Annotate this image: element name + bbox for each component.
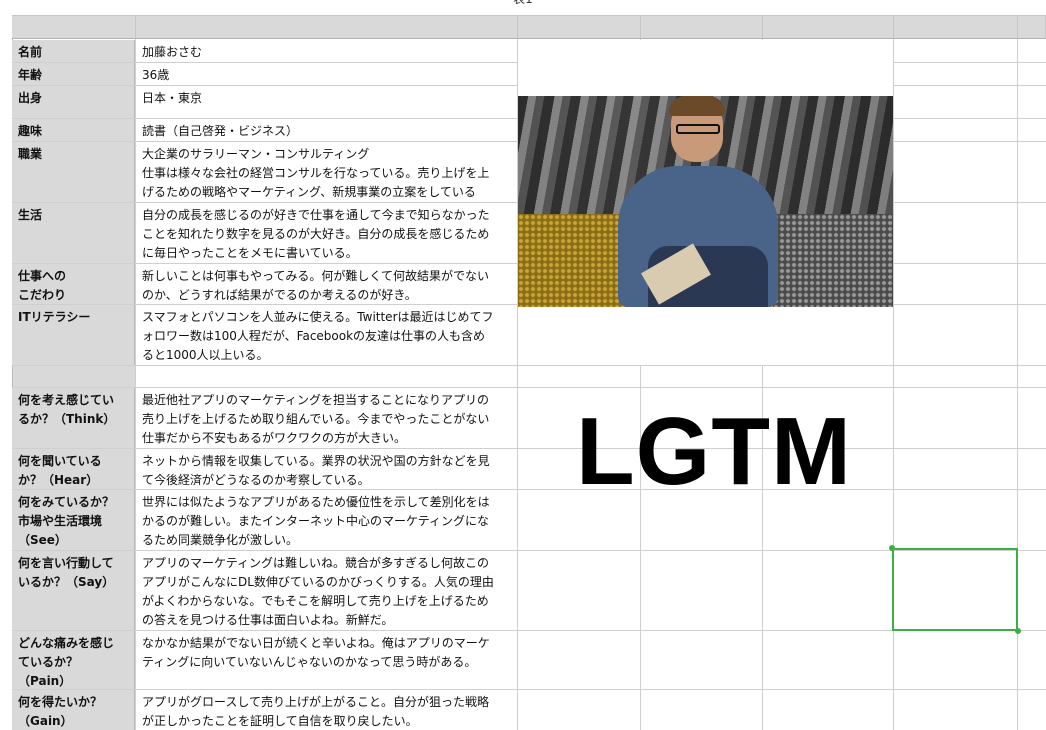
lgtm-stamp[interactable]: LGTM xyxy=(576,397,852,507)
row-value-occupation[interactable]: 大企業のサラリーマン・コンサルティング 仕事は様々な会社の経営コンサルを行なって… xyxy=(136,142,517,202)
row-value-origin[interactable]: 日本・東京 xyxy=(136,86,517,118)
photo-glasses xyxy=(676,124,720,134)
row-value-pain[interactable]: なかなか結果がでない日が続くと辛いよね。俺はアプリのマーケ ティングに向いていな… xyxy=(136,631,517,689)
selection-handle-bottom-right[interactable] xyxy=(1015,628,1021,634)
row-value-hobby[interactable]: 読書（自己啓発・ビジネス） xyxy=(136,119,517,141)
row-label-pain: どんな痛みを感じ ているか？ （Pain） xyxy=(12,631,135,689)
row-value-hear[interactable]: ネットから情報を収集している。業界の状況や国の方針などを見 て今後経済がどうなる… xyxy=(136,449,517,489)
selection-handle-top-left[interactable] xyxy=(889,545,895,551)
sheet-title: 表1 xyxy=(0,0,1046,6)
row-value-age[interactable]: 36歳 xyxy=(136,63,517,85)
persona-photo[interactable] xyxy=(518,96,893,307)
row-label-hobby: 趣味 xyxy=(12,119,135,141)
row-value-it-literacy[interactable]: スマフォとパソコンを人並みに使える。Twitterは最近はじめてフ ォロワー数は… xyxy=(136,305,517,365)
row-value-say[interactable]: アプリのマーケティングは難しいね。競合が多すぎるし何故この アプリがこんなにDL… xyxy=(136,551,517,630)
column-header-a[interactable] xyxy=(12,15,136,39)
column-header-g[interactable] xyxy=(1018,15,1046,39)
row-label-origin: 出身 xyxy=(12,86,135,118)
row-value-gain[interactable]: アプリがグロースして売り上げが上がること。自分が狙った戦略 が正しかったことを証… xyxy=(136,690,517,730)
row-value-life[interactable]: 自分の成長を感じるのが好きで仕事を通して今まで知らなかった ことを知れたり数字を… xyxy=(136,203,517,263)
row-label-occupation: 職業 xyxy=(12,142,135,202)
separator-row-label xyxy=(13,366,135,387)
row-value-name[interactable]: 加藤おさむ xyxy=(136,40,517,62)
column-header-e[interactable] xyxy=(763,15,894,39)
row-label-think: 何を考え感じてい るか？（Think） xyxy=(12,388,135,448)
row-label-see: 何をみているか？ 市場や生活環境 （See） xyxy=(12,490,135,550)
row-value-work-commitment[interactable]: 新しいことは何事もやってみる。何が難しくて何故結果がでない のか、どうすれば結果… xyxy=(136,264,517,304)
photo-person-hair xyxy=(669,96,725,116)
row-label-name: 名前 xyxy=(12,40,135,62)
selected-cell[interactable] xyxy=(892,548,1018,631)
grid-line xyxy=(12,365,1046,366)
column-header-c[interactable] xyxy=(518,15,641,39)
row-label-say: 何を言い行動して いるか？（Say） xyxy=(12,551,135,630)
row-value-think[interactable]: 最近他社アプリのマーケティングを担当することになりアプリの 売り上げを上げるため… xyxy=(136,388,517,448)
column-header-b[interactable] xyxy=(136,15,518,39)
column-header-d[interactable] xyxy=(641,15,763,39)
row-label-hear: 何を聞いている か？（Hear） xyxy=(12,449,135,489)
photo-sofa-cushion xyxy=(773,214,893,307)
row-label-gain: 何を得たいか？ （Gain） xyxy=(12,690,135,730)
row-label-work-commitment: 仕事への こだわり xyxy=(12,264,135,304)
row-label-life: 生活 xyxy=(12,203,135,263)
row-label-age: 年齢 xyxy=(12,63,135,85)
column-header-f[interactable] xyxy=(894,15,1018,39)
row-label-it-literacy: ITリテラシー xyxy=(12,305,135,365)
row-value-see[interactable]: 世界には似たようなアプリがあるため優位性を示して差別化をは かるのが難しい。また… xyxy=(136,490,517,550)
